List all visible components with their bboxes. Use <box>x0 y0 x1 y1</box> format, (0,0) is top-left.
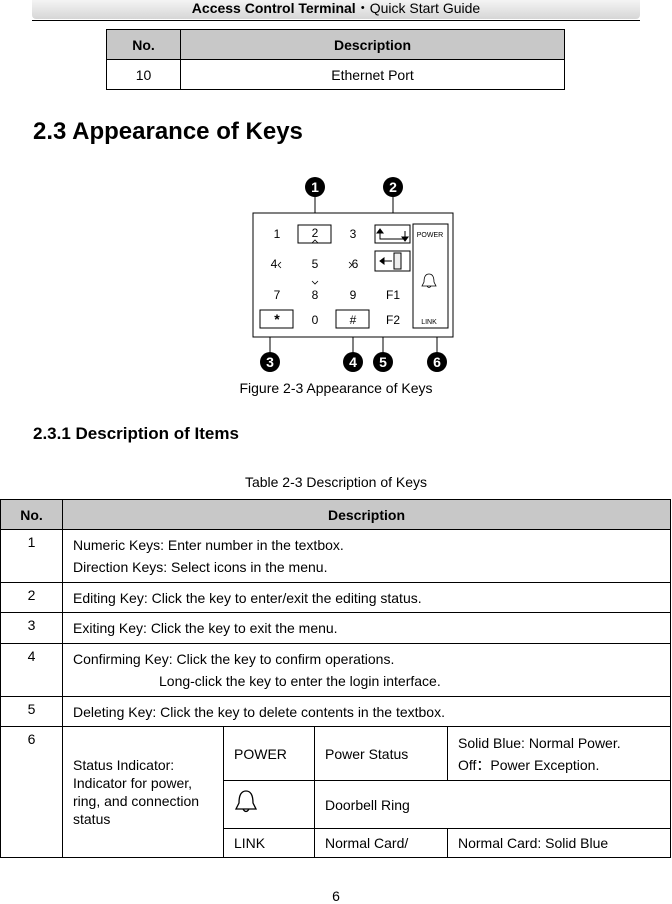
cell-description: Editing Key: Click the key to enter/exit… <box>62 582 671 613</box>
header-separator: ・ <box>355 0 370 16</box>
cell-no: 6 <box>0 726 63 858</box>
key-4: 4 <box>271 257 278 271</box>
indicator-detail: Normal Card: Solid Blue <box>447 828 671 858</box>
key-star: * <box>274 311 280 327</box>
header-title-bold: Access Control Terminal <box>191 0 356 16</box>
indicator-power: POWER <box>223 726 315 781</box>
cell-no: 3 <box>0 612 63 644</box>
key-1: 1 <box>274 227 281 241</box>
status-indicator-label: Status Indicator: Indicator for power, r… <box>62 726 224 858</box>
key-7: 7 <box>274 288 281 302</box>
table-row: 5 Deleting Key: Click the key to delete … <box>0 696 671 727</box>
cell-no: 5 <box>0 696 63 727</box>
svg-text:1: 1 <box>311 179 319 195</box>
svg-text:5: 5 <box>379 354 387 370</box>
table-row: 4 Confirming Key: Click the key to confi… <box>0 643 671 697</box>
cell-no: 10 <box>106 59 181 90</box>
cell-no: 1 <box>0 529 63 583</box>
subsection-heading: 2.3.1 Description of Items <box>33 424 239 443</box>
detail-line: Solid Blue: Normal Power. <box>458 734 621 751</box>
indicator-name: Doorbell Ring <box>314 780 671 829</box>
bell-icon <box>234 789 258 812</box>
page-number: 6 <box>332 888 340 904</box>
key-0: 0 <box>312 313 319 327</box>
header-divider <box>32 20 640 21</box>
key-8: 8 <box>312 288 319 302</box>
header-bar: Access Control Terminal・Quick Start Guid… <box>32 0 640 19</box>
key-5: 5 <box>312 257 319 271</box>
cell-description: Confirming Key: Click the key to confirm… <box>62 643 671 697</box>
col-header-description: Description <box>180 29 565 60</box>
svg-text:3: 3 <box>266 354 274 370</box>
desc-line: Confirming Key: Click the key to confirm… <box>73 651 395 667</box>
col-header-description: Description <box>62 499 671 530</box>
table-row: 3 Exiting Key: Click the key to exit the… <box>0 612 671 644</box>
table-row: 10 Ethernet Port <box>106 59 565 90</box>
indicator-bell <box>223 780 315 829</box>
key-6: 6 <box>352 257 359 271</box>
cell-description: Ethernet Port <box>180 59 565 90</box>
detail-line: Off：Power Exception. <box>458 756 600 773</box>
table-row: 6 Status Indicator: Indicator for power,… <box>0 726 671 858</box>
key-2: 2 <box>312 226 319 240</box>
svg-text:6: 6 <box>433 354 441 370</box>
figure-caption: Figure 2-3 Appearance of Keys <box>239 380 433 396</box>
key-9: 9 <box>350 288 357 302</box>
header-title: Access Control Terminal・Quick Start Guid… <box>32 0 640 17</box>
link-label: LINK <box>421 319 437 326</box>
svg-text:4: 4 <box>349 354 357 370</box>
indicator-detail: Solid Blue: Normal Power. Off：Power Exce… <box>447 726 671 781</box>
table-row: 2 Editing Key: Click the key to enter/ex… <box>0 582 671 613</box>
cell-description: Deleting Key: Click the key to delete co… <box>62 696 671 727</box>
cell-description: Numeric Keys: Enter number in the textbo… <box>62 529 671 583</box>
svg-text:2: 2 <box>389 179 397 195</box>
indicator-strip <box>412 223 449 329</box>
cell-no: 2 <box>0 582 63 613</box>
indicator-name: Normal Card/ <box>314 828 448 858</box>
key-hash: # <box>350 313 357 327</box>
table-row: 1 Numeric Keys: Enter number in the text… <box>0 529 671 583</box>
top-table: No. Description 10 Ethernet Port <box>106 29 565 90</box>
header-title-regular: Quick Start Guide <box>369 0 481 16</box>
indicator-name: Power Status <box>314 726 448 781</box>
key-3: 3 <box>350 227 357 241</box>
keys-table: No. Description 1 Numeric Keys: Enter nu… <box>0 499 671 858</box>
keypad-svg: POWER LINK 1 2 3 4 5 6 7 8 9 F1 * 0 # F2 <box>252 177 454 372</box>
table-caption: Table 2-3 Description of Keys <box>244 474 428 490</box>
section-heading: 2.3 Appearance of Keys <box>33 118 303 145</box>
col-header-no: No. <box>0 499 63 530</box>
cell-description: Exiting Key: Click the key to exit the m… <box>62 612 671 644</box>
power-label: POWER <box>417 232 443 239</box>
desc-line: Numeric Keys: Enter number in the textbo… <box>73 537 344 553</box>
key-f2: F2 <box>386 313 400 327</box>
desc-line: Direction Keys: Select icons in the menu… <box>73 559 328 575</box>
key-f1: F1 <box>386 288 400 302</box>
keypad-diagram: POWER LINK 1 2 3 4 5 6 7 8 9 F1 * 0 # F2 <box>240 165 470 375</box>
indicator-link: LINK <box>223 828 315 858</box>
cell-no: 4 <box>0 643 63 697</box>
desc-line: Long-click the key to enter the login in… <box>159 673 441 689</box>
col-header-no: No. <box>106 29 181 60</box>
